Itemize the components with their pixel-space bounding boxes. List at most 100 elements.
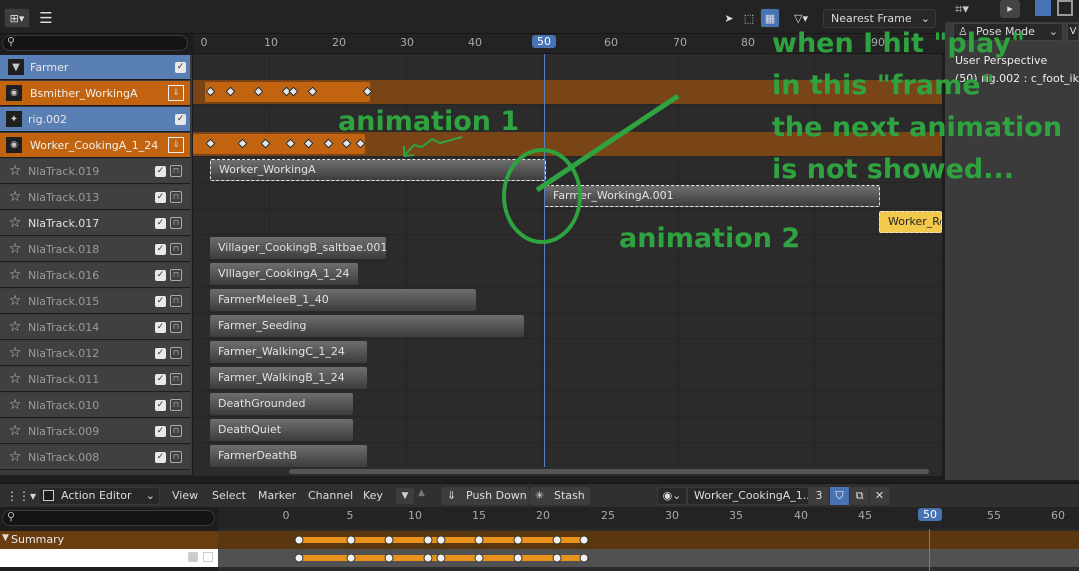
fake-user-icon[interactable]: ⛉ [830,487,849,505]
editor-mode-dropdown[interactable]: Action Editor ⌄ [38,487,160,505]
menu-key[interactable]: Key [363,489,383,502]
close-icon[interactable]: ✕ [870,487,889,505]
checkbox-icon[interactable]: ✓ [175,113,186,125]
star-icon[interactable]: ☆ [4,186,26,208]
playhead-line[interactable] [929,529,930,571]
dopesheet-search-input[interactable]: ⚲ [2,510,215,526]
channel-track[interactable]: ☆ NlaTrack.008 ✓ ⊓ [0,445,190,470]
triangle-down-icon[interactable]: ▼ [396,488,414,504]
channel-track[interactable]: ☆ NlaTrack.013 ✓ ⊓ [0,185,190,210]
star-icon[interactable]: ☆ [4,238,26,260]
keyframe-dot[interactable] [436,553,446,563]
nla-strip[interactable]: Farmer_WalkingB_1_24 [210,367,367,389]
duplicate-icon[interactable]: ⧉ [850,487,869,505]
checkbox-icon[interactable]: ✓ [155,347,166,359]
keyframe-dot[interactable] [423,553,433,563]
triangle-up-icon[interactable]: ▲ [418,488,425,498]
star-icon[interactable]: ☆ [4,264,26,286]
lock-icon[interactable]: ⊓ [170,347,182,359]
checkbox-icon[interactable]: ✓ [155,191,166,203]
lock-icon[interactable]: ⊓ [170,269,182,281]
keyframe-dot[interactable] [384,535,394,545]
channel-action-worker[interactable]: ◉ Worker_CookingA_1_24 ⇓ [0,133,190,158]
nla-strip[interactable]: DeathQuiet [210,419,353,441]
channel-action-bsmither[interactable]: ◉ Bsmither_WorkingA ⇓ [0,81,190,106]
action-channel[interactable] [0,549,218,567]
push-down-icon[interactable]: ⇓ [168,85,184,101]
keyframe-dot[interactable] [474,535,484,545]
channel-track[interactable]: ☆ NlaTrack.010 ✓ ⊓ [0,393,190,418]
cursor-tool-icon[interactable]: ▸ [1000,0,1020,18]
nla-strip[interactable]: FarmerMeleeB_1_40 [210,289,476,311]
star-icon[interactable]: ☆ [4,342,26,364]
keyframe-dot[interactable] [294,553,304,563]
view-menu[interactable]: V [1067,23,1079,41]
filter-selected-icon[interactable]: ▦ [760,8,780,28]
channel-track[interactable]: ☆ NlaTrack.019 ✓ ⊓ [0,159,190,184]
keyframe-dot[interactable] [423,535,433,545]
nla-strip[interactable]: DeathGrounded [210,393,353,415]
stash-button[interactable]: ✳ Stash [530,487,590,505]
transform-gizmo-icon[interactable]: ⌗▾ [955,2,969,17]
keyframe-dot[interactable] [346,553,356,563]
summary-channel[interactable]: ▼ Summary [0,531,218,549]
channel-track[interactable]: ☆ NlaTrack.009 ✓ ⊓ [0,419,190,444]
filter-icon[interactable]: ▽▾ [786,8,816,28]
menu-channel[interactable]: Channel [308,489,353,502]
lock-icon[interactable]: ⊓ [170,373,182,385]
playhead-line[interactable] [544,54,545,467]
channel-object-farmer[interactable]: ▼ Farmer ✓ [0,55,190,80]
action-users-count[interactable]: 3 [809,487,829,505]
snap-dropdown[interactable]: Nearest Frame ⌄ [823,9,936,28]
checkbox-icon[interactable]: ✓ [155,269,166,281]
lock-icon[interactable]: ⊓ [170,217,182,229]
checkbox-icon[interactable]: ✓ [155,399,166,411]
current-frame-indicator[interactable]: 50 [532,35,556,48]
push-down-icon[interactable]: ⇓ [168,137,184,153]
lock-icon[interactable]: ⊓ [170,321,182,333]
nla-strip[interactable]: Worker_WorkingA [210,159,546,181]
keyframe-dot[interactable] [552,553,562,563]
select-cursor-icon[interactable]: ➤ [720,8,738,28]
star-icon[interactable]: ☆ [4,368,26,390]
select-box-icon[interactable] [1035,0,1051,16]
keyframe-dot[interactable] [436,535,446,545]
nla-strip[interactable]: Farmer_WorkingA.001 [544,185,880,207]
keyframe-dot[interactable] [294,535,304,545]
action-browse-icon[interactable]: ◉⌄ [657,487,687,505]
checkbox-icon[interactable]: ✓ [175,61,186,73]
lock-icon[interactable] [203,552,213,562]
star-icon[interactable]: ☆ [4,446,26,468]
lock-icon[interactable]: ⊓ [170,425,182,437]
menu-toggle-icon[interactable]: ☰ [36,8,56,28]
star-icon[interactable]: ☆ [4,394,26,416]
channel-track[interactable]: ☆ NlaTrack.016 ✓ ⊓ [0,263,190,288]
checkbox-icon[interactable]: ✓ [155,165,166,177]
keyframe-dot[interactable] [346,535,356,545]
keyframe-dot[interactable] [513,535,523,545]
checkbox-icon[interactable]: ✓ [155,373,166,385]
keyframe-dot[interactable] [474,553,484,563]
menu-marker[interactable]: Marker [258,489,296,502]
star-icon[interactable]: ☆ [4,420,26,442]
channel-track[interactable]: ☆ NlaTrack.011 ✓ ⊓ [0,367,190,392]
select-mode-icon[interactable] [1057,0,1073,16]
editor-type-icon[interactable]: ⋮⋮▾ [6,489,36,503]
checkbox-icon[interactable]: ✓ [155,425,166,437]
nla-strip[interactable]: Worker_Rea [879,211,942,233]
dopesheet-key-area[interactable] [218,529,1079,571]
editor-type-icon[interactable]: ⊞▾ [4,8,30,28]
checkbox-icon[interactable]: ✓ [155,451,166,463]
star-icon[interactable]: ☆ [4,212,26,234]
horizontal-scrollbar[interactable] [193,467,942,476]
keyframe-dot[interactable] [579,553,589,563]
channel-track[interactable]: ☆ NlaTrack.017 ✓ ⊓ [0,211,190,236]
nla-strip[interactable]: Farmer_Seeding [210,315,524,337]
keyframe-dot[interactable] [384,553,394,563]
channel-track[interactable]: ☆ NlaTrack.015 ✓ ⊓ [0,289,190,314]
push-down-button[interactable]: ⇓ Push Down [441,487,529,505]
lock-icon[interactable]: ⊓ [170,451,182,463]
lock-icon[interactable]: ⊓ [170,295,182,307]
nla-strip[interactable]: FarmerDeathB [210,445,367,467]
star-icon[interactable]: ☆ [4,316,26,338]
